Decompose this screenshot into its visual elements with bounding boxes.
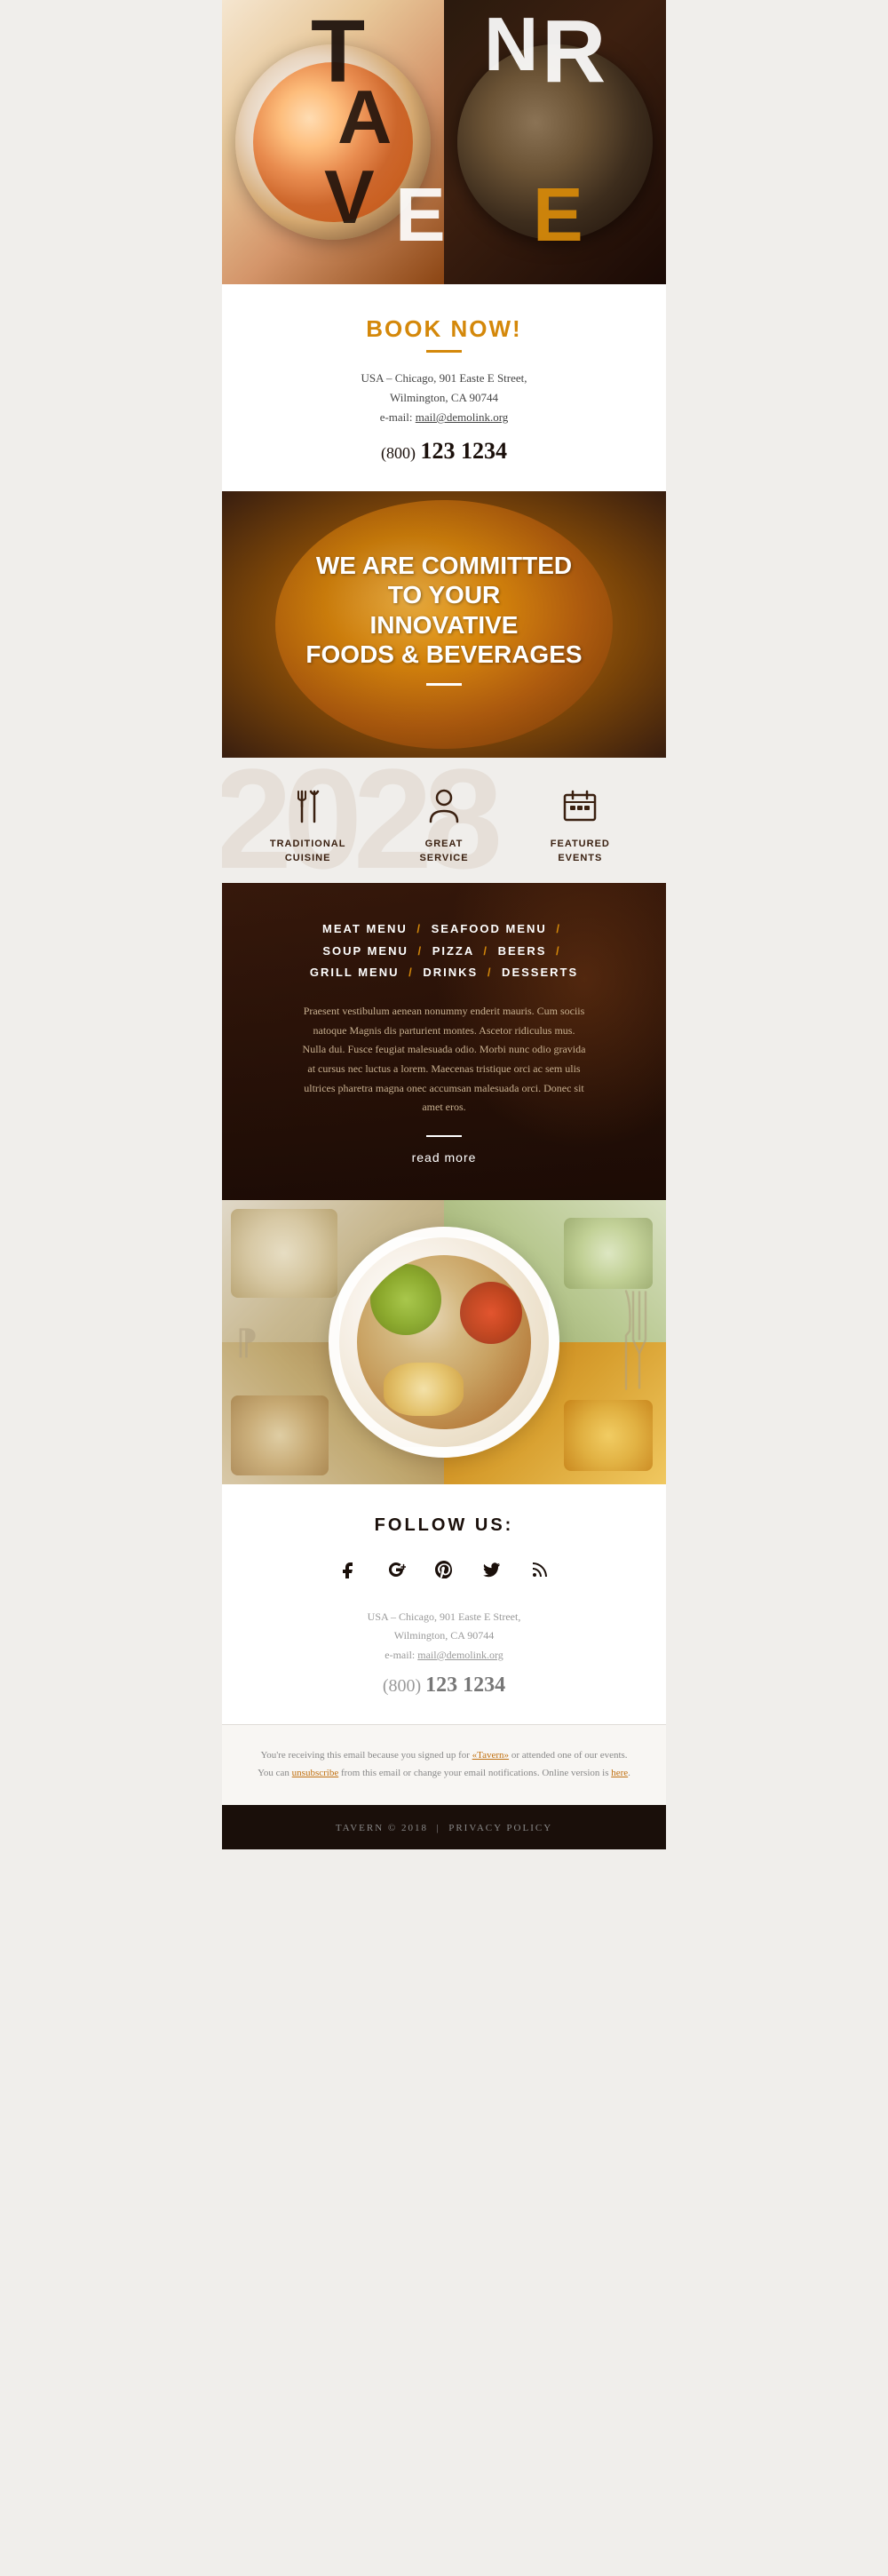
follow-title: FOLLOW US: [249,1515,639,1536]
committed-line3: INNOVATIVE [370,611,519,639]
hero-right-panel [444,0,666,284]
phone-area: (800) [381,444,416,462]
hero-section: T A V E N R E [222,0,666,284]
disclaimer-text-end: . [628,1768,630,1778]
committed-line1: WE ARE COMMITTED [316,552,572,579]
book-title: BOOK NOW! [249,315,639,343]
facebook-icon[interactable] [332,1554,364,1586]
social-icons-group [249,1554,639,1586]
footer-phone-number: 123 1234 [425,1674,505,1697]
footer-left-text: TAVERN © 2018 [336,1823,428,1833]
committed-section: WE ARE COMMITTED TO YOUR INNOVATIVE FOOD… [222,491,666,758]
hero-left-panel [222,0,444,284]
book-phone: (800) 123 1234 [249,438,639,465]
google-plus-icon[interactable] [380,1554,412,1586]
feature-events-line2: EVENTS [558,853,602,863]
online-version-link[interactable]: here [611,1768,628,1778]
footer-phone-area: (800) [383,1676,421,1696]
hero-background [222,0,666,284]
page-wrapper: T A V E N R E BOOK NOW! USA – Chicago, 9… [222,0,666,1849]
feature-featured-events: FEATURED EVENTS [512,784,648,865]
email-link[interactable]: mail@demolink.org [416,410,509,424]
email-label: e-mail: [380,410,413,424]
feature-service-line2: SERVICE [419,853,468,863]
address-line2: Wilmington, CA 90744 [390,391,498,404]
footer-separator: | [437,1823,440,1833]
phone-number: 123 1234 [421,438,508,464]
pinterest-icon[interactable] [428,1554,460,1586]
address-line1: USA – Chicago, 901 Easte E Street, [361,371,527,385]
feature-events-line1: FEATURED [551,839,610,849]
features-grid: TRADITIONAL CUISINE GREAT SERVICE [222,784,666,865]
feature-label-events: FEATURED EVENTS [521,838,639,865]
knife-right-icon [617,1286,635,1397]
service-icon [422,784,466,829]
fork-left-icon: ⁋ [235,1321,258,1363]
menu-description: Praesent vestibulum aenean nonummy ender… [302,1002,586,1117]
committed-line2: TO YOUR [388,581,501,608]
book-section: BOOK NOW! USA – Chicago, 901 Easte E Str… [222,284,666,491]
food-image-right [457,44,653,240]
brand-link[interactable]: «Tavern» [472,1750,509,1761]
food-image-left [235,44,431,240]
feature-label-service: GREAT SERVICE [385,838,503,865]
feature-label-cuisine: TRADITIONAL CUISINE [249,838,367,865]
footer-email-label: e-mail: [385,1649,415,1661]
menu-divider [426,1135,462,1137]
follow-section: FOLLOW US: [222,1484,666,1725]
disclaimer-text-before: You're receiving this email because you … [260,1750,472,1761]
feature-service-line1: GREAT [425,839,464,849]
committed-divider [426,683,462,686]
feature-traditional-cuisine: TRADITIONAL CUISINE [240,784,376,865]
footer-copyright: TAVERN © 2018 | PRIVACY POLICY [336,1823,552,1833]
book-address: USA – Chicago, 901 Easte E Street, Wilmi… [249,369,639,427]
committed-title: WE ARE COMMITTED TO YOUR INNOVATIVE FOOD… [305,551,582,670]
feature-label-line2: CUISINE [285,853,331,863]
menu-section: MEAT MENU / SEAFOOD MENU / SOUP MENU / P… [222,883,666,1200]
menu-items: MEAT MENU / SEAFOOD MENU / SOUP MENU / P… [249,918,639,984]
privacy-policy-link[interactable]: PRIVACY POLICY [448,1823,552,1833]
collage-section: ⁋ [222,1200,666,1484]
twitter-icon[interactable] [476,1554,508,1586]
footer-email-link[interactable]: mail@demolink.org [417,1649,503,1661]
footer-phone: (800) 123 1234 [249,1674,639,1697]
features-section: 2028 TRADITIO [222,758,666,883]
cuisine-icon [286,784,330,829]
book-divider [426,350,462,353]
committed-line4: FOODS & BEVERAGES [305,640,582,668]
feature-label-line1: TRADITIONAL [270,839,346,849]
disclaimer-text: You're receiving this email because you … [258,1747,630,1783]
rss-icon[interactable] [524,1554,556,1586]
disclaimer-section: You're receiving this email because you … [222,1724,666,1805]
unsubscribe-link[interactable]: unsubscribe [292,1768,339,1778]
menu-content: MEAT MENU / SEAFOOD MENU / SOUP MENU / P… [249,918,639,1165]
footer-address-line1: USA – Chicago, 901 Easte E Street, [368,1610,521,1623]
feature-great-service: GREAT SERVICE [376,784,511,865]
disclaimer-text-after: from this email or change your email not… [338,1768,611,1778]
footer-address: USA – Chicago, 901 Easte E Street, Wilmi… [249,1608,639,1666]
bottom-bar: TAVERN © 2018 | PRIVACY POLICY [222,1805,666,1849]
committed-text: WE ARE COMMITTED TO YOUR INNOVATIVE FOOD… [279,506,608,743]
read-more-link[interactable]: read more [249,1150,639,1165]
footer-address-line2: Wilmington, CA 90744 [394,1629,495,1642]
events-icon [558,784,602,829]
